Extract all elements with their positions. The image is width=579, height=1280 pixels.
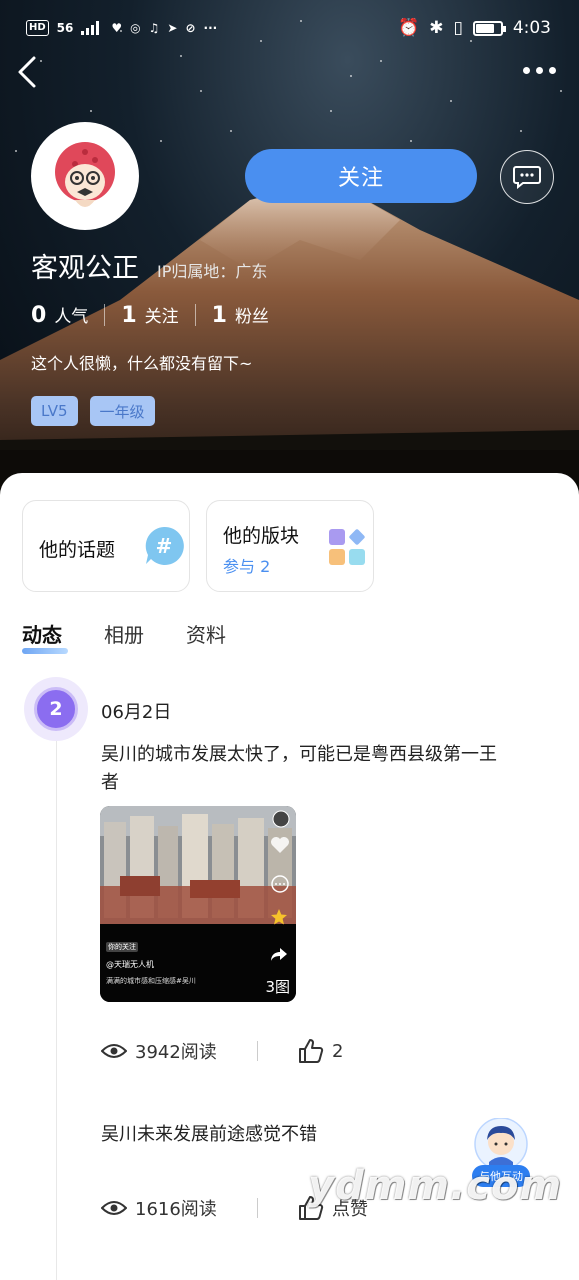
ip-location: IP归属地：广东 bbox=[157, 262, 268, 281]
watermark: ydmm.com bbox=[308, 1163, 563, 1209]
like-count: 2 bbox=[332, 1040, 344, 1062]
chat-icon bbox=[513, 166, 541, 189]
divider bbox=[257, 1041, 258, 1061]
follow-button[interactable]: 关注 bbox=[245, 149, 477, 203]
tab-album[interactable]: 相册 bbox=[104, 619, 144, 648]
tab-info[interactable]: 资料 bbox=[186, 619, 226, 648]
boards-count: 参与 2 bbox=[223, 557, 271, 576]
badges: LV5 一年级 bbox=[31, 396, 155, 426]
view-count: 1616阅读 bbox=[135, 1199, 217, 1220]
views: 1616阅读 bbox=[101, 1195, 257, 1221]
views: 3942阅读 bbox=[101, 1038, 257, 1064]
post-date: 06月2日 bbox=[101, 702, 172, 723]
status-bar: HD 56 ♥ ◎ ♫ ➤ ⊘ ··· ⏰ ✱ ▯ 4:03 bbox=[0, 14, 579, 50]
profile-header: HD 56 ♥ ◎ ♫ ➤ ⊘ ··· ⏰ ✱ ▯ 4:03 关注 客观公正 I… bbox=[0, 0, 579, 500]
view-count: 3942阅读 bbox=[135, 1042, 217, 1063]
stat-label: 关注 bbox=[144, 307, 179, 327]
clock: 4:03 bbox=[512, 18, 551, 38]
avatar-icon bbox=[272, 810, 290, 828]
lychee-avatar-icon bbox=[55, 142, 115, 207]
network-label: 56 bbox=[56, 21, 74, 35]
heart-icon bbox=[271, 837, 289, 853]
stat-number: 1 bbox=[211, 303, 227, 328]
bluetooth-icon: ✱ bbox=[429, 18, 444, 38]
heart-icon: ♥ bbox=[111, 21, 123, 35]
share-icon bbox=[271, 948, 287, 961]
stat-number: 0 bbox=[31, 303, 47, 328]
boards-title: 他的版块 bbox=[223, 525, 300, 547]
boards-card[interactable]: 他的版块 参与 2 bbox=[206, 500, 374, 592]
image-handle: @天瑞无人机 bbox=[106, 960, 154, 969]
stat-label: 人气 bbox=[54, 307, 89, 327]
comment-icon bbox=[271, 875, 289, 893]
more-options-button[interactable] bbox=[519, 58, 559, 82]
image-tag: 你的关注 bbox=[106, 942, 138, 952]
image-caption: 满满的城市感和压缩感#吴川 bbox=[106, 977, 196, 985]
eye-icon bbox=[101, 1044, 127, 1058]
city-photo bbox=[100, 806, 296, 1002]
post-meta: 3942阅读 2 bbox=[101, 1038, 343, 1064]
app-icon: ◎ bbox=[130, 21, 141, 35]
timeline-line bbox=[56, 713, 57, 1280]
bio: 这个人很懒，什么都没有留下~ bbox=[31, 354, 253, 373]
like-button[interactable]: 2 bbox=[298, 1038, 343, 1064]
back-button[interactable] bbox=[12, 52, 48, 92]
topics-title: 他的话题 bbox=[39, 539, 116, 561]
stat-number: 1 bbox=[121, 303, 137, 328]
divider bbox=[257, 1198, 258, 1218]
profile-content: 他的话题 # 他的版块 参与 2 动态 相册 资料 2 06月2日 吴川的城市发… bbox=[0, 473, 579, 1280]
post-text[interactable]: 吴川未来发展前途感觉不错 bbox=[101, 1120, 317, 1146]
message-button[interactable] bbox=[500, 150, 554, 204]
username: 客观公正 bbox=[31, 253, 139, 284]
stat-following[interactable]: 1 关注 bbox=[121, 302, 178, 328]
image-count: 3图 bbox=[265, 978, 290, 996]
avatar[interactable] bbox=[31, 122, 139, 230]
hd-badge: HD bbox=[26, 20, 49, 36]
timeline-marker: 2 bbox=[34, 687, 78, 731]
vibrate-icon: ▯ bbox=[453, 18, 463, 38]
divider bbox=[194, 304, 196, 326]
thumbs-up-icon bbox=[299, 1039, 324, 1063]
more-notifications-icon: ··· bbox=[203, 21, 218, 35]
back-arrow-icon bbox=[18, 56, 36, 88]
profile-stats: 0 人气 1 关注 1 粉丝 bbox=[31, 302, 269, 328]
blocks-icon bbox=[329, 529, 365, 565]
hashtag-icon: # bbox=[145, 526, 184, 565]
bird-icon: ➤ bbox=[167, 21, 178, 35]
eye-icon bbox=[101, 1201, 127, 1215]
signal-icon bbox=[81, 21, 100, 35]
topics-card[interactable]: 他的话题 # bbox=[22, 500, 190, 592]
star-icon bbox=[271, 909, 287, 925]
post-image[interactable]: 你的关注 @天瑞无人机 满满的城市感和压缩感#吴川 3图 bbox=[100, 806, 296, 1002]
stat-followers[interactable]: 1 粉丝 bbox=[212, 302, 269, 328]
stat-popularity[interactable]: 0 人气 bbox=[31, 302, 88, 328]
alarm-icon: ⏰ bbox=[398, 18, 420, 38]
profile-tabs: 动态 相册 资料 bbox=[22, 619, 226, 654]
tab-activity[interactable]: 动态 bbox=[22, 619, 68, 654]
stat-label: 粉丝 bbox=[234, 307, 269, 327]
compass-icon: ⊘ bbox=[185, 21, 196, 35]
battery-icon bbox=[472, 20, 506, 36]
music-icon: ♫ bbox=[148, 21, 160, 35]
svg-text:#: # bbox=[156, 534, 173, 558]
level-badge[interactable]: LV5 bbox=[31, 396, 78, 426]
divider bbox=[104, 304, 106, 326]
grade-badge[interactable]: 一年级 bbox=[89, 396, 155, 426]
post-text[interactable]: 吴川的城市发展太快了，可能已是粤西县级第一王者 bbox=[101, 741, 511, 797]
